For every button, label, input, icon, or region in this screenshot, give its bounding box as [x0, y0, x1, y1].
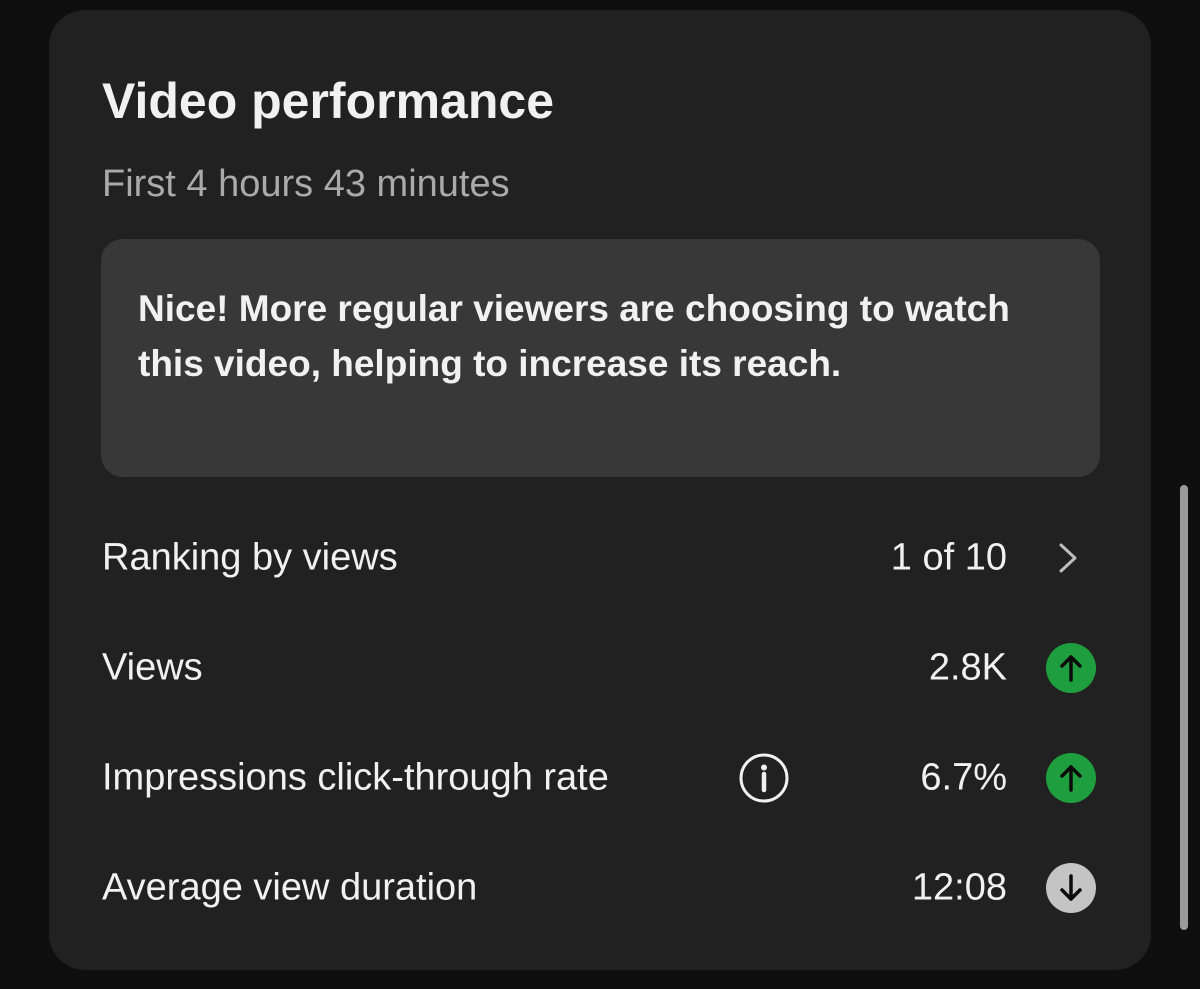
metric-value: 6.7% [920, 756, 1007, 799]
arrow-up-icon [1046, 753, 1096, 803]
metric-label: Average view duration [102, 866, 478, 909]
insight-text: Nice! More regular viewers are choosing … [138, 288, 1010, 384]
video-performance-card: Video performance First 4 hours 43 minut… [49, 10, 1151, 970]
metric-label: Impressions click-through rate [102, 756, 609, 799]
insight-box: Nice! More regular viewers are choosing … [101, 239, 1100, 477]
card-title: Video performance [102, 73, 555, 129]
card-subtitle: First 4 hours 43 minutes [102, 163, 510, 205]
info-icon[interactable] [738, 752, 790, 804]
metric-row-views: Views 2.8K [102, 638, 1102, 698]
metric-row-ctr: Impressions click-through rate 6.7% [102, 748, 1102, 808]
metric-row-ranking[interactable]: Ranking by views 1 of 10 [102, 528, 1102, 588]
metric-label: Views [102, 646, 203, 689]
chevron-right-icon[interactable] [1056, 540, 1080, 576]
scrollbar[interactable] [1180, 485, 1188, 930]
metric-value: 2.8K [928, 646, 1007, 689]
arrow-up-icon [1046, 643, 1096, 693]
metric-value: 1 of 10 [890, 536, 1007, 579]
metric-label: Ranking by views [102, 536, 398, 579]
metric-value: 12:08 [911, 866, 1007, 909]
arrow-down-icon [1046, 863, 1096, 913]
metric-row-avg-duration: Average view duration 12:08 [102, 858, 1102, 918]
